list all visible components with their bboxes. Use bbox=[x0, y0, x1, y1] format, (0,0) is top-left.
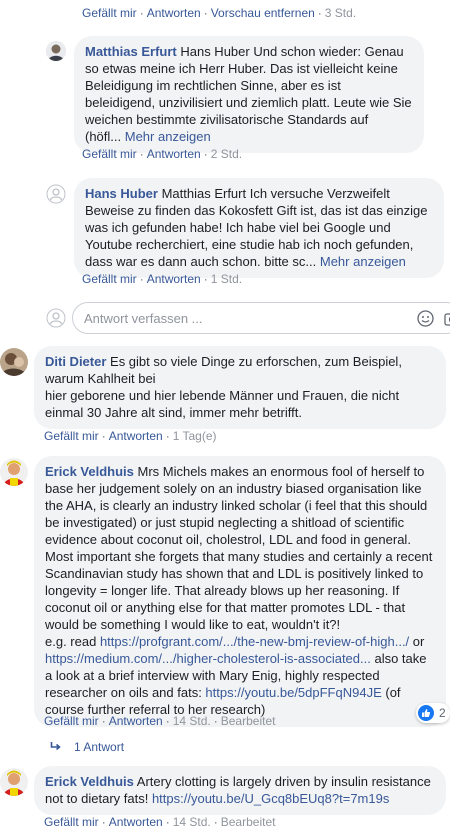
reply-placeholder: Antwort verfassen ... bbox=[84, 311, 203, 326]
timestamp[interactable]: 3 Std. bbox=[325, 6, 356, 20]
like-link[interactable]: Gefällt mir bbox=[82, 147, 137, 161]
reply-input[interactable]: Antwort verfassen ... bbox=[72, 302, 450, 334]
comment-text: Mrs Michels makes an enormous fool of he… bbox=[45, 464, 433, 632]
reaction-number: 2 bbox=[439, 706, 446, 720]
comment-author[interactable]: Erick Veldhuis bbox=[45, 464, 134, 479]
comment-actions: Gefällt mir · Antworten · 1 Tag(e) bbox=[44, 429, 217, 443]
show-more-link[interactable]: Mehr anzeigen bbox=[125, 129, 211, 144]
reaction-count[interactable]: 2 bbox=[416, 703, 450, 723]
remove-preview-link[interactable]: Vorschau entfernen bbox=[211, 6, 315, 20]
timestamp[interactable]: 1 Std. bbox=[211, 272, 242, 286]
comment-bubble: Erick Veldhuis Artery clotting is largel… bbox=[34, 766, 446, 815]
like-link[interactable]: Gefällt mir bbox=[82, 6, 137, 20]
composer-avatar bbox=[46, 308, 66, 328]
avatar-photo bbox=[0, 458, 28, 486]
reply-arrow-icon bbox=[50, 742, 61, 751]
reply-link[interactable]: Antworten bbox=[109, 714, 163, 728]
default-avatar-icon bbox=[46, 308, 66, 328]
avatar-diti-dieter[interactable] bbox=[0, 348, 28, 376]
comment-bubble: Diti Dieter Es gibt so viele Dinge zu er… bbox=[34, 346, 446, 429]
edited-label[interactable]: Bearbeitet bbox=[221, 714, 276, 728]
comment-actions: Gefällt mir · Antworten · 2 Std. bbox=[82, 147, 243, 161]
like-link[interactable]: Gefällt mir bbox=[44, 429, 99, 443]
timestamp[interactable]: 14 Std. bbox=[173, 815, 211, 828]
comment-link[interactable]: https://profgrant.com/.../the-new-bmj-re… bbox=[100, 634, 409, 649]
avatar-photo bbox=[46, 41, 66, 61]
reply-link[interactable]: Antworten bbox=[147, 272, 201, 286]
like-link[interactable]: Gefällt mir bbox=[44, 815, 99, 828]
comment-author[interactable]: Hans Huber bbox=[85, 186, 158, 201]
avatar-photo bbox=[0, 768, 28, 796]
comment-actions: Gefällt mir · Antworten · 1 Std. bbox=[82, 272, 243, 286]
comment-link[interactable]: https://youtu.be/5dpFFqN94JE bbox=[205, 685, 381, 700]
timestamp[interactable]: 2 Std. bbox=[211, 147, 242, 161]
camera-icon[interactable] bbox=[444, 311, 450, 329]
comment-author[interactable]: Diti Dieter bbox=[45, 354, 106, 369]
comment-bubble: Erick Veldhuis Mrs Michels makes an enor… bbox=[34, 456, 446, 727]
replies-count: 1 Antwort bbox=[74, 740, 125, 754]
default-avatar-icon bbox=[46, 184, 66, 204]
reply-link[interactable]: Antworten bbox=[109, 429, 163, 443]
timestamp[interactable]: 14 Std. bbox=[173, 714, 211, 728]
like-link[interactable]: Gefällt mir bbox=[82, 272, 137, 286]
avatar-matthias-erfurt[interactable] bbox=[46, 41, 66, 61]
avatar-erick-veldhuis[interactable] bbox=[0, 768, 28, 796]
comment-text-tail: (höfl... bbox=[85, 129, 122, 144]
emoji-icon[interactable] bbox=[417, 310, 434, 330]
reply-link[interactable]: Antworten bbox=[109, 815, 163, 828]
like-icon bbox=[418, 705, 434, 721]
timestamp[interactable]: 1 Tag(e) bbox=[173, 429, 217, 443]
comment-link[interactable]: https://medium.com/.../higher-cholestero… bbox=[45, 651, 371, 666]
reply-link[interactable]: Antworten bbox=[147, 147, 201, 161]
top-comment-actions: Gefällt mir · Antworten · Vorschau entfernen… bbox=[82, 6, 357, 20]
comment-author[interactable]: Matthias Erfurt bbox=[85, 44, 177, 59]
reply-link[interactable]: Antworten bbox=[147, 6, 201, 20]
show-more-link[interactable]: Mehr anzeigen bbox=[320, 254, 406, 269]
comment-bubble: Matthias Erfurt Hans Huber Und schon wie… bbox=[74, 36, 424, 153]
avatar-erick-veldhuis[interactable] bbox=[0, 458, 28, 486]
view-replies-link[interactable]: 1 Antwort bbox=[50, 740, 124, 754]
like-link[interactable]: Gefällt mir bbox=[44, 714, 99, 728]
comment-author[interactable]: Erick Veldhuis bbox=[45, 774, 134, 789]
comment-link[interactable]: https://youtu.be/U_Gcq8bEUq8?t=7m19s bbox=[152, 791, 389, 806]
comment-actions: Gefällt mir · Antworten · 14 Std. · Bearbeitet bbox=[44, 815, 276, 828]
comment-actions: Gefällt mir · Antworten · 14 Std. · Bearbeitet bbox=[44, 714, 276, 728]
comment-text: hier geborene und hier lebende Männer un… bbox=[45, 388, 400, 420]
avatar-photo bbox=[0, 348, 28, 376]
avatar-hans-huber[interactable] bbox=[46, 184, 66, 204]
comment-bubble: Hans Huber Matthias Erfurt Ich versuche … bbox=[74, 178, 444, 278]
comment-text: e.g. read bbox=[45, 634, 100, 649]
edited-label[interactable]: Bearbeitet bbox=[221, 815, 276, 828]
